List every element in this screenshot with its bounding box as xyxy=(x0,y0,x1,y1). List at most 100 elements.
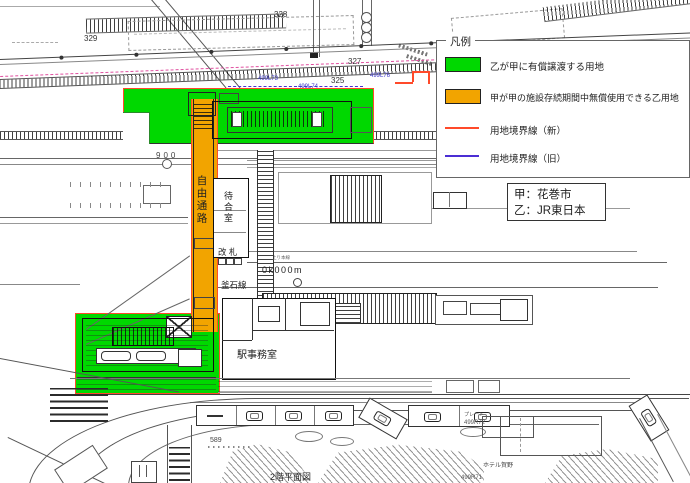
building-wing xyxy=(350,107,372,133)
survey-dot xyxy=(284,46,289,52)
building-room xyxy=(178,349,202,367)
parking-divider xyxy=(275,406,276,425)
boundary-line-new xyxy=(395,82,413,84)
small-building xyxy=(433,192,467,209)
party-b-label: 乙：JR東日本 xyxy=(514,205,586,218)
dimension-label: 900 xyxy=(156,151,179,160)
escalator xyxy=(136,351,166,361)
track-number: 325 xyxy=(331,76,345,85)
station-site-plan: 329 328 327 325 499L73 499L74 499L76 900… xyxy=(0,0,690,483)
boundary-line-new xyxy=(412,71,414,82)
track-number: 327 xyxy=(348,57,362,66)
legend-box: 乙が甲に有償譲渡する用地 甲が甲の施設存続期間中無償使用できる乙用地 用地境界線… xyxy=(436,40,690,178)
rail-line xyxy=(247,262,667,263)
platform-shed xyxy=(500,299,528,321)
legend-label: 用地境界線（旧） xyxy=(490,154,567,165)
dashed-wall xyxy=(520,418,521,452)
survey-dot xyxy=(59,55,64,60)
canopy-box xyxy=(478,380,500,393)
parking-divider xyxy=(236,406,237,425)
legend-line-new xyxy=(445,127,479,130)
car-icon xyxy=(246,411,263,421)
track-number: 329 xyxy=(84,34,98,43)
rail-ref-label: 499L76 xyxy=(370,73,391,79)
ticket-gate-machine xyxy=(226,258,234,265)
office-room xyxy=(300,302,330,326)
legend-swatch-orange xyxy=(445,89,481,104)
wall-line xyxy=(252,330,334,331)
planting-oval xyxy=(330,437,354,446)
parking-divider xyxy=(314,406,315,425)
ticket-gate-machine xyxy=(218,258,226,265)
rail-line xyxy=(218,287,658,288)
car-icon xyxy=(372,410,393,428)
wall-line xyxy=(252,298,253,340)
platform-room xyxy=(443,301,467,315)
crosswalk xyxy=(50,388,108,422)
track-number: 328 xyxy=(274,10,288,19)
corridor-door xyxy=(194,297,215,309)
car-icon xyxy=(285,411,302,421)
hotel-label: ホテル賀野 xyxy=(483,463,514,469)
street-edge-line xyxy=(70,394,690,396)
survey-circle xyxy=(162,159,172,169)
tick-row xyxy=(70,182,170,187)
legend-label: 用地境界線（新） xyxy=(490,126,567,137)
car-icon xyxy=(424,412,441,422)
wall-line xyxy=(449,192,450,207)
road-edge-line xyxy=(167,425,168,483)
rail-ref-label: 499L74 xyxy=(298,84,319,90)
parking-mark xyxy=(207,415,223,417)
rail-ref-label: 499R71 xyxy=(461,475,483,481)
dotted-row xyxy=(208,446,252,448)
wall-line xyxy=(222,340,252,341)
office-room xyxy=(258,306,280,322)
boundary-line-old xyxy=(228,86,363,87)
dimension-label: 589 xyxy=(210,437,222,444)
canopy-hatch xyxy=(218,381,432,393)
stair-landing xyxy=(232,112,242,127)
canopy-box xyxy=(446,380,474,393)
kamaishi-line-label: 釜石線 xyxy=(221,280,247,290)
rail-line xyxy=(247,251,637,252)
wall-line xyxy=(146,465,147,477)
stair-landing xyxy=(312,112,322,127)
waiting-room-label: 待合室 xyxy=(223,191,233,224)
corridor-door xyxy=(194,238,215,249)
rail-line xyxy=(0,284,80,285)
floor-plan-caption: 2階平面図 xyxy=(270,472,312,482)
wall-line xyxy=(214,232,246,233)
track-name-label: 上り本線 xyxy=(272,255,290,260)
wall-line xyxy=(285,298,286,330)
canopy-edge-line xyxy=(70,378,630,379)
road-edge-line xyxy=(191,425,192,483)
green-area-notch xyxy=(123,112,150,144)
rail-line xyxy=(0,223,188,224)
boundary-line-new xyxy=(412,71,428,73)
ticket-gate-label: 改 札 xyxy=(218,247,238,257)
planting-oval xyxy=(295,431,323,442)
platform-edge-column xyxy=(257,150,274,312)
adjacent-building xyxy=(482,416,534,438)
boundary-line-new xyxy=(428,71,430,84)
km-post-symbol xyxy=(293,278,302,287)
parties-box: 甲：花巻市 乙：JR東日本 xyxy=(507,183,606,221)
survey-dot xyxy=(359,44,364,49)
building-stair-block xyxy=(112,327,174,346)
crosswalk xyxy=(169,447,190,481)
yard-structure xyxy=(143,185,171,204)
escalator xyxy=(101,351,131,361)
legend-swatch-green xyxy=(445,57,481,72)
legend-label: 乙が甲に有償譲渡する用地 xyxy=(490,62,605,73)
legend-line-old xyxy=(445,155,479,158)
station-office-label: 駅事務室 xyxy=(237,350,277,361)
legend-title: 凡例 xyxy=(446,34,475,49)
plate-label: プレート xyxy=(464,412,485,418)
survey-dot xyxy=(134,52,139,57)
parking-row xyxy=(196,405,354,426)
survey-dot xyxy=(429,41,434,46)
parking-divider xyxy=(459,406,460,426)
ticket-gate-machine xyxy=(234,258,242,265)
rail-line xyxy=(0,217,188,218)
tick-row xyxy=(70,203,170,208)
